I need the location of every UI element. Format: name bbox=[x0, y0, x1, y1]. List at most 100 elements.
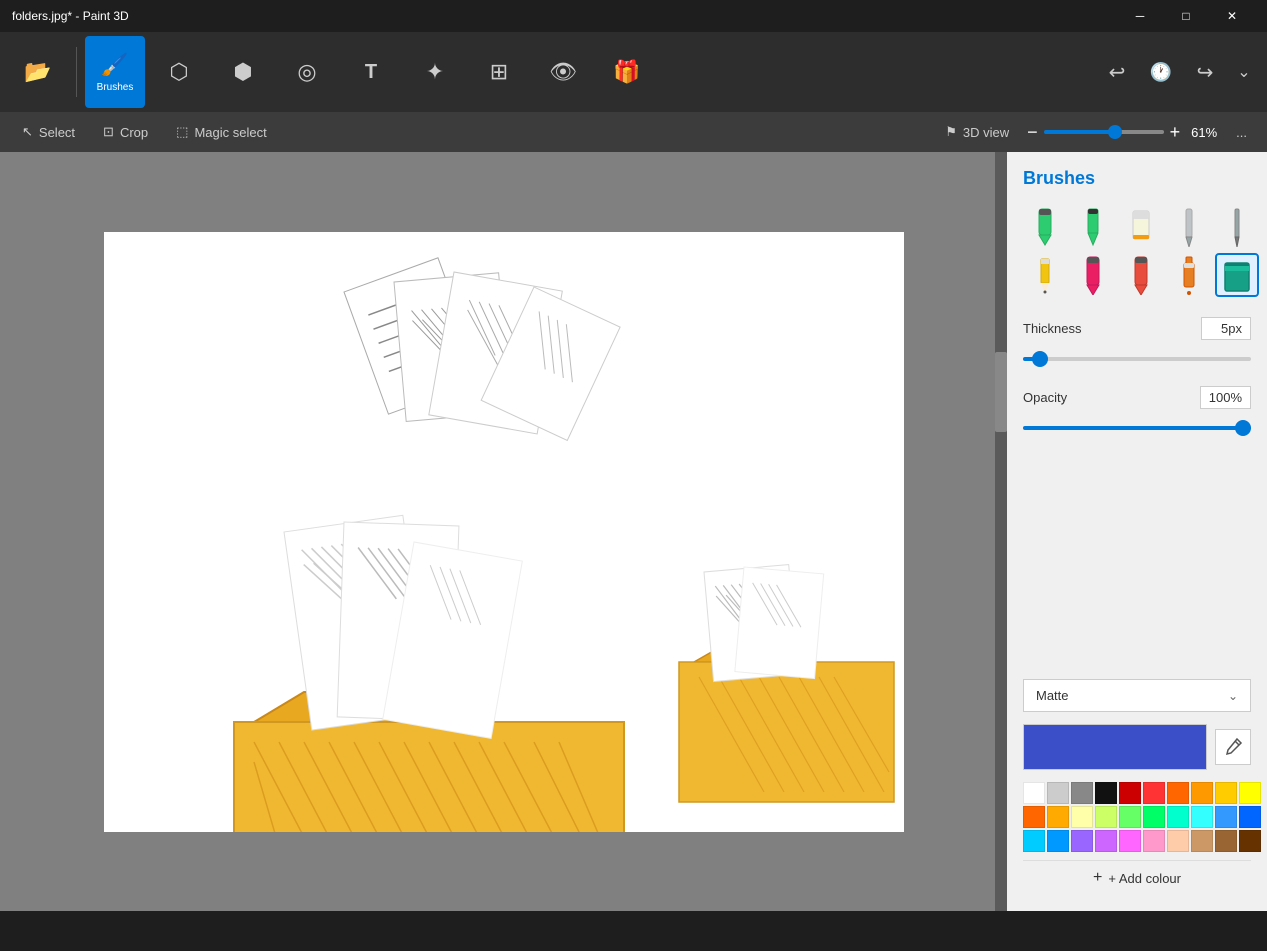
color-cyan2[interactable] bbox=[1023, 830, 1045, 852]
thickness-slider-container bbox=[1023, 348, 1251, 366]
eyedropper-button[interactable] bbox=[1215, 729, 1251, 765]
color-violet[interactable] bbox=[1095, 830, 1117, 852]
toolbar-brushes[interactable]: 🖌️ Brushes bbox=[85, 36, 145, 108]
brush-pen[interactable] bbox=[1071, 205, 1115, 249]
crop-button[interactable]: ⊡ Crop bbox=[93, 120, 158, 144]
toolbar-3dobjects[interactable]: ⬢ bbox=[213, 36, 273, 108]
brush-pink-marker-icon bbox=[1077, 255, 1109, 295]
brush-eraser-icon bbox=[1125, 207, 1157, 247]
titlebar-controls: ─ □ ✕ bbox=[1117, 0, 1255, 32]
thickness-slider[interactable] bbox=[1023, 357, 1251, 361]
color-black[interactable] bbox=[1095, 782, 1117, 804]
canvas-area[interactable] bbox=[0, 152, 1007, 911]
color-light-yellow[interactable] bbox=[1071, 806, 1093, 828]
zoom-plus-button[interactable]: + bbox=[1170, 122, 1181, 143]
add-color-button[interactable]: + + Add colour bbox=[1023, 860, 1251, 895]
eyedropper-icon bbox=[1223, 737, 1243, 757]
maximize-button[interactable]: □ bbox=[1163, 0, 1209, 32]
color-yellow-orange[interactable] bbox=[1215, 782, 1237, 804]
color-green[interactable] bbox=[1119, 806, 1141, 828]
brush-orange-spray[interactable] bbox=[1167, 253, 1211, 297]
effects-icon: ✦ bbox=[426, 59, 444, 85]
zoom-minus-button[interactable]: − bbox=[1027, 122, 1038, 143]
color-orange3[interactable] bbox=[1023, 806, 1045, 828]
brush-pen-light[interactable] bbox=[1167, 205, 1211, 249]
brush-eraser[interactable] bbox=[1119, 205, 1163, 249]
color-tan[interactable] bbox=[1191, 830, 1213, 852]
subtoolbar-dots[interactable]: ... bbox=[1228, 121, 1255, 144]
toolbar-select2d[interactable]: ⬡ bbox=[149, 36, 209, 108]
brush-teal-bucket[interactable] bbox=[1215, 253, 1259, 297]
brush-marker[interactable] bbox=[1023, 205, 1067, 249]
color-lime[interactable] bbox=[1095, 806, 1117, 828]
3dview-button[interactable]: ⚑ 3D view bbox=[935, 120, 1019, 144]
current-color-swatch[interactable] bbox=[1023, 724, 1207, 770]
close-button[interactable]: ✕ bbox=[1209, 0, 1255, 32]
color-orange[interactable] bbox=[1167, 782, 1189, 804]
color-orange2[interactable] bbox=[1191, 782, 1213, 804]
scrollbar-thumb[interactable] bbox=[995, 352, 1007, 432]
toolbar-gift[interactable]: 🎁 bbox=[597, 36, 657, 108]
thickness-section: Thickness 5px bbox=[1023, 317, 1251, 370]
select-label: Select bbox=[39, 125, 75, 140]
brush-red-marker[interactable] bbox=[1119, 253, 1163, 297]
color-brown[interactable] bbox=[1215, 830, 1237, 852]
color-darkbrown[interactable] bbox=[1239, 830, 1261, 852]
toolbar-open[interactable]: 📂 bbox=[8, 36, 68, 108]
toolbar-more-button[interactable]: ⌄ bbox=[1229, 36, 1259, 108]
brush-thin-pen-icon bbox=[1221, 207, 1253, 247]
toolbar-text[interactable]: T bbox=[341, 36, 401, 108]
color-yellow[interactable] bbox=[1239, 782, 1261, 804]
color-green2[interactable] bbox=[1143, 806, 1165, 828]
resize-icon: ⊞ bbox=[490, 59, 508, 85]
toolbar-stickers[interactable]: ◎ bbox=[277, 36, 337, 108]
zoom-slider[interactable] bbox=[1044, 130, 1164, 134]
finish-dropdown[interactable]: Matte ⌄ bbox=[1023, 679, 1251, 712]
color-lightgray[interactable] bbox=[1047, 782, 1069, 804]
select-icon: ↖ bbox=[22, 124, 33, 140]
undo-button[interactable]: ↩ bbox=[1097, 36, 1137, 108]
opacity-value: 100% bbox=[1200, 386, 1251, 409]
color-blue2[interactable] bbox=[1047, 830, 1069, 852]
brush-pencil[interactable] bbox=[1023, 253, 1067, 297]
color-amber[interactable] bbox=[1047, 806, 1069, 828]
opacity-header: Opacity 100% bbox=[1023, 386, 1251, 409]
brush-thin-pen[interactable] bbox=[1215, 205, 1259, 249]
color-pink2[interactable] bbox=[1143, 830, 1165, 852]
brush-pen-icon bbox=[1077, 207, 1109, 247]
color-teal[interactable] bbox=[1167, 806, 1189, 828]
3dobjects-icon: ⬢ bbox=[233, 59, 252, 85]
minimize-button[interactable]: ─ bbox=[1117, 0, 1163, 32]
brush-teal-bucket-icon bbox=[1219, 255, 1255, 295]
color-pink[interactable] bbox=[1119, 830, 1141, 852]
magic-select-button[interactable]: ⬚ Magic select bbox=[166, 120, 277, 144]
toolbar-mixed[interactable]: 👁 bbox=[533, 36, 593, 108]
opacity-slider[interactable] bbox=[1023, 426, 1251, 430]
color-preview-row bbox=[1023, 724, 1251, 770]
color-blue-light[interactable] bbox=[1215, 806, 1237, 828]
canvas-scrollbar[interactable] bbox=[995, 152, 1007, 911]
color-gray[interactable] bbox=[1071, 782, 1093, 804]
taskbar bbox=[0, 911, 1267, 951]
color-darkred[interactable] bbox=[1119, 782, 1141, 804]
toolbar-effects[interactable]: ✦ bbox=[405, 36, 465, 108]
color-white[interactable] bbox=[1023, 782, 1045, 804]
color-red[interactable] bbox=[1143, 782, 1165, 804]
color-blue[interactable] bbox=[1239, 806, 1261, 828]
canvas-background[interactable] bbox=[104, 232, 904, 832]
brush-pink-marker[interactable] bbox=[1071, 253, 1115, 297]
color-peach[interactable] bbox=[1167, 830, 1189, 852]
zoom-controls: − + 61% ... bbox=[1027, 121, 1255, 144]
history-button[interactable]: 🕐 bbox=[1141, 36, 1181, 108]
redo-button[interactable]: ↪ bbox=[1185, 36, 1225, 108]
color-cyan[interactable] bbox=[1191, 806, 1213, 828]
finish-label: Matte bbox=[1036, 688, 1228, 703]
color-grid-2 bbox=[1023, 806, 1251, 828]
subtoolbar: ↖ Select ⊡ Crop ⬚ Magic select ⚑ 3D view… bbox=[0, 112, 1267, 152]
main-area: Brushes bbox=[0, 152, 1267, 911]
select-button[interactable]: ↖ Select bbox=[12, 120, 85, 144]
color-purple-light[interactable] bbox=[1071, 830, 1093, 852]
toolbar-sep-1 bbox=[76, 47, 77, 97]
toolbar-resize[interactable]: ⊞ bbox=[469, 36, 529, 108]
chevron-down-icon: ⌄ bbox=[1228, 689, 1238, 703]
